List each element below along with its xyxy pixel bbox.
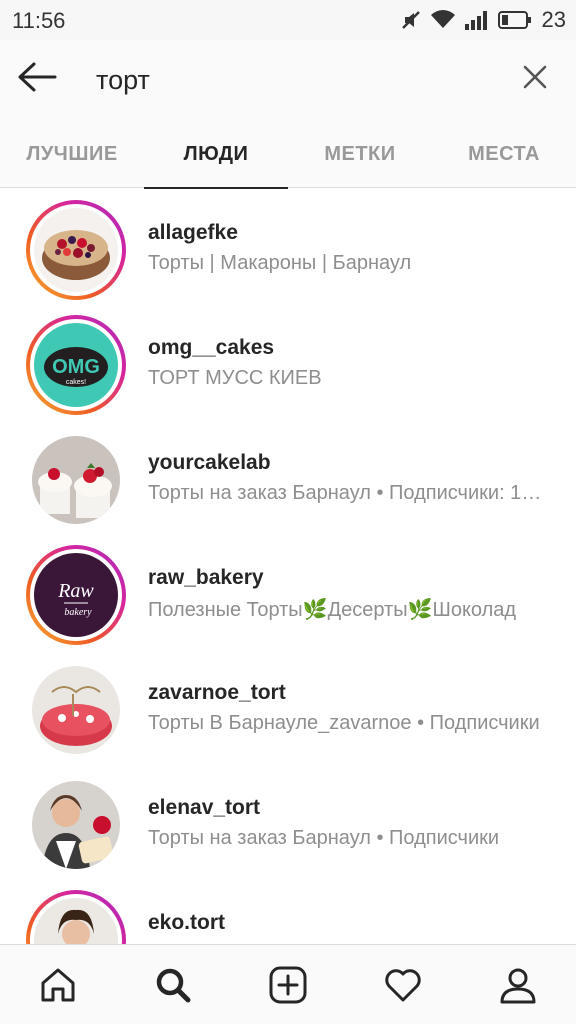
user-bio: Торты | Макароны | Барнаул: [148, 252, 412, 274]
search-input[interactable]: [96, 60, 476, 100]
add-post-icon: [268, 965, 308, 1005]
arrow-left-icon: [17, 61, 57, 98]
signal-icon: [464, 9, 490, 31]
bottom-navigation: [0, 944, 576, 1024]
list-item[interactable]: zavarnoe_tort Торты В Барнауле_zavarnoe …: [0, 648, 576, 763]
nav-home[interactable]: [0, 945, 115, 1024]
avatar[interactable]: Raw bakery: [26, 545, 126, 645]
user-bio: Полезные Торты🌿Десерты🌿Шоколад: [148, 599, 517, 621]
nav-search[interactable]: [115, 945, 230, 1024]
username: zavarnoe_tort: [148, 681, 286, 704]
close-icon: [523, 65, 547, 94]
status-icons: 23: [400, 6, 566, 34]
tab-places[interactable]: МЕСТА: [432, 120, 576, 188]
back-button[interactable]: [14, 58, 60, 100]
svg-text:Raw: Raw: [57, 580, 94, 602]
muted-icon: [400, 9, 422, 31]
user-bio: Торты В Барнауле_zavarnoe • Подписчики: [148, 712, 540, 734]
nav-profile[interactable]: [461, 945, 576, 1024]
nav-add-post[interactable]: [230, 945, 345, 1024]
list-item[interactable]: eko.tort: [0, 878, 576, 944]
username: elenav_tort: [148, 796, 261, 819]
svg-text:bakery: bakery: [64, 607, 92, 618]
username: raw_bakery: [148, 566, 264, 589]
wifi-icon: [430, 9, 456, 31]
user-bio: Торты на заказ Барнаул • Подписчики: [148, 827, 500, 849]
status-bar: 11:56 23: [0, 0, 576, 40]
avatar[interactable]: [26, 430, 126, 530]
search-icon: [153, 965, 193, 1005]
search-results-list: allagefke Торты | Макароны | Барнаул OMG…: [0, 188, 576, 944]
avatar[interactable]: [26, 775, 126, 875]
avatar[interactable]: [26, 200, 126, 300]
list-item[interactable]: yourcakelab Торты на заказ Барнаул • Под…: [0, 418, 576, 533]
svg-text:OMG: OMG: [52, 356, 100, 378]
battery-level: 23: [541, 7, 566, 32]
username: omg__cakes: [148, 336, 275, 359]
clear-search-button[interactable]: [520, 64, 550, 94]
tab-people[interactable]: ЛЮДИ: [144, 120, 288, 189]
home-icon: [38, 965, 78, 1005]
status-time: 11:56: [12, 8, 66, 33]
heart-icon: [383, 965, 423, 1005]
nav-activity[interactable]: [346, 945, 461, 1024]
user-bio: Торты на заказ Барнаул • Подписчики: 10 …: [148, 482, 550, 504]
list-item[interactable]: OMG cakes! omg__cakes ТОРТ МУСС КИЕВ: [0, 303, 576, 418]
username: yourcakelab: [148, 451, 271, 474]
profile-icon: [498, 965, 538, 1005]
svg-text:cakes!: cakes!: [66, 379, 86, 386]
list-item[interactable]: Raw bakery raw_bakery Полезные Торты🌿Дес…: [0, 533, 576, 648]
battery-icon: [497, 10, 532, 30]
user-bio: ТОРТ МУСС КИЕВ: [148, 367, 322, 389]
tab-top[interactable]: ЛУЧШИЕ: [0, 120, 144, 188]
tab-tags[interactable]: МЕТКИ: [288, 120, 432, 188]
search-tabs: ЛУЧШИЕ ЛЮДИ МЕТКИ МЕСТА: [0, 120, 576, 189]
username: eko.tort: [148, 911, 226, 934]
avatar[interactable]: [26, 890, 126, 944]
search-header: [0, 40, 576, 120]
list-item[interactable]: elenav_tort Торты на заказ Барнаул • Под…: [0, 763, 576, 878]
avatar[interactable]: [26, 660, 126, 760]
avatar[interactable]: OMG cakes!: [26, 315, 126, 415]
username: allagefke: [148, 221, 238, 244]
list-item[interactable]: allagefke Торты | Макароны | Барнаул: [0, 188, 576, 303]
